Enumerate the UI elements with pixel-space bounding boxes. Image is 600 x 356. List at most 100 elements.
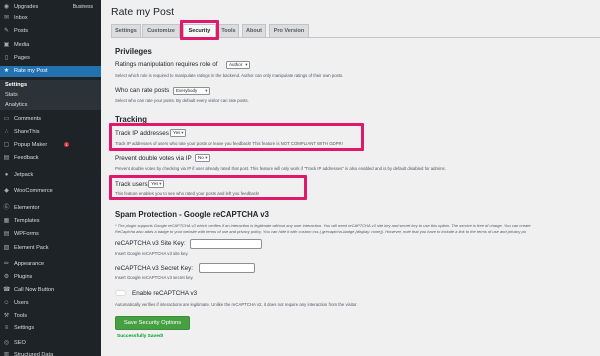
who-can-rate-label: Who can rate posts	[115, 87, 170, 94]
element-pack-icon: ▧	[3, 245, 10, 251]
sidebar-item-label: Plugins	[14, 274, 33, 280]
sidebar-item-label: Posts	[14, 28, 28, 34]
prevent-double-votes-select[interactable]: No	[195, 154, 210, 162]
site-key-input[interactable]	[190, 239, 262, 249]
media-icon: ▣	[3, 42, 10, 48]
prevent-double-votes-description: Prevent double votes by checking via IP …	[115, 166, 446, 171]
sidebar-item-feedback[interactable]: ▤ Feedback	[0, 153, 101, 164]
who-can-rate-description: Select who can rate your posts. By defau…	[115, 98, 249, 103]
page-title: Rate my Post	[111, 6, 175, 18]
sidebar-item-label: WooCommerce	[14, 188, 53, 194]
sidebar-item-wpforms[interactable]: ▤ WPForms	[0, 229, 101, 240]
tab-customize[interactable]: Customize	[142, 24, 180, 37]
seo-icon: ◎	[3, 340, 10, 346]
recaptcha-note-1: * The plugin supports Google reCAPTCHA v…	[115, 223, 531, 228]
sidebar-item-seo[interactable]: ◎ SEO	[0, 338, 101, 349]
spam-protection-heading: Spam Protection - Google reCAPTCHA v3	[115, 210, 269, 219]
tab-pro-version[interactable]: Pro Version	[269, 24, 309, 37]
privileges-heading: Privileges	[115, 47, 152, 56]
submenu-item-stats[interactable]: Stats	[0, 90, 101, 100]
phone-icon: ☎	[3, 287, 11, 293]
submenu-item-settings[interactable]: Settings	[0, 80, 101, 90]
woocommerce-icon: ◆	[4, 188, 9, 194]
sidebar-item-upgrades[interactable]: ◉ Upgrades Business	[0, 2, 101, 13]
sidebar-item-label: Call Now Button	[14, 287, 55, 293]
sidebar-item-label: Jetpack	[14, 172, 34, 178]
plan-label: Business	[72, 4, 93, 10]
sidebar-item-label: Settings	[5, 82, 28, 88]
enable-recaptcha-label: Enable reCAPTCHA v3	[132, 290, 198, 297]
users-icon: ☺	[3, 300, 10, 306]
pages-icon: ▯	[4, 55, 9, 61]
sidebar-item-label: Structured Data	[14, 352, 54, 356]
sidebar-item-label: SEO	[14, 340, 26, 346]
sidebar-item-woocommerce[interactable]: ◆ WooCommerce	[0, 186, 101, 197]
sidebar-item-settings[interactable]: ≡ Settings	[0, 323, 101, 334]
feedback-icon: ▤	[3, 155, 10, 161]
sidebar-item-inbox[interactable]: ✉ Inbox	[0, 13, 101, 24]
submenu-item-analytics[interactable]: Analytics	[0, 100, 101, 110]
sidebar-item-plugins[interactable]: ⚙ Plugins	[0, 272, 101, 283]
manipulate-role-select[interactable]: Author	[226, 61, 250, 69]
sidebar-item-comments[interactable]: ▭ Comments	[0, 114, 101, 125]
appearance-icon: ✏	[3, 261, 10, 267]
sidebar-item-pages[interactable]: ▯ Pages	[0, 53, 101, 64]
jetpack-icon: ●	[4, 172, 9, 178]
sidebar-item-rate-my-post[interactable]: ★ Rate my Post	[0, 66, 101, 77]
elementor-icon: Ⓔ	[3, 205, 10, 211]
sidebar-item-users[interactable]: ☺ Users	[0, 298, 101, 309]
tab-tools[interactable]: Tools	[218, 24, 239, 37]
sidebar-item-sharethis[interactable]: ∴ ShareThis	[0, 127, 101, 138]
highlight-track-ip	[109, 123, 364, 151]
manipulate-role-description: Select which role is required to manipul…	[115, 73, 344, 78]
sidebar-item-popup-maker[interactable]: ▢ Popup Maker 1	[0, 140, 101, 151]
tools-icon: ⚒	[3, 313, 10, 319]
sidebar-item-element-pack[interactable]: ▧ Element Pack	[0, 243, 101, 254]
save-security-options-button[interactable]: Save Security Options	[115, 316, 190, 330]
upgrades-icon: ◉	[3, 4, 10, 10]
sidebar-item-label: Comments	[14, 116, 42, 122]
notification-badge: 1	[64, 142, 70, 147]
who-can-rate-select[interactable]: Everybody	[173, 87, 210, 95]
sidebar-item-label: Analytics	[5, 102, 28, 108]
sidebar-item-label: Stats	[5, 92, 18, 98]
sidebar-item-posts[interactable]: ✎ Posts	[0, 26, 101, 37]
sidebar-item-label: Elementor	[14, 205, 40, 211]
sidebar-item-elementor[interactable]: Ⓔ Elementor	[0, 203, 101, 214]
main-content: Rate my Post Settings Customize Security…	[101, 0, 600, 356]
sidebar-item-appearance[interactable]: ✏ Appearance	[0, 259, 101, 270]
sidebar-item-jetpack[interactable]: ● Jetpack	[0, 170, 101, 181]
tab-about[interactable]: About	[242, 24, 266, 37]
settings-icon: ≡	[4, 325, 9, 331]
tab-settings[interactable]: Settings	[111, 24, 141, 37]
sidebar-item-label: Element Pack	[14, 245, 49, 251]
sidebar-item-label: Pages	[14, 55, 30, 61]
inbox-icon: ✉	[3, 15, 10, 21]
popup-icon: ▢	[3, 142, 10, 148]
enable-recaptcha-toggle[interactable]	[115, 290, 126, 296]
comments-icon: ▭	[3, 116, 10, 122]
recaptcha-note-2: ReCaptcha also adds a badge to your webs…	[115, 229, 526, 234]
sidebar-item-call-now-button[interactable]: ☎ Call Now Button	[0, 285, 101, 296]
saved-status: Successfully Saved!	[117, 334, 164, 339]
sidebar-item-label: Rate my Post	[14, 68, 48, 74]
highlight-security-tab	[180, 20, 219, 40]
sidebar-item-tools[interactable]: ⚒ Tools	[0, 311, 101, 322]
sidebar-item-label: Popup Maker	[14, 142, 48, 148]
sidebar-item-templates[interactable]: ▦ Templates	[0, 216, 101, 227]
wpforms-icon: ▤	[3, 231, 10, 237]
prevent-double-votes-label: Prevent double votes via IP	[115, 155, 192, 162]
star-icon: ★	[3, 68, 10, 74]
enable-recaptcha-description: Automatically verifies if interactions a…	[115, 302, 358, 307]
posts-icon: ✎	[3, 28, 10, 34]
sidebar-item-structured-data[interactable]: ▥ Structured Data	[0, 350, 101, 356]
sidebar-item-label: ShareThis	[14, 129, 40, 135]
sidebar-item-label: Settings	[14, 325, 35, 331]
sidebar-item-label: Templates	[14, 218, 40, 224]
sidebar-item-label: Feedback	[14, 155, 39, 161]
share-icon: ∴	[4, 129, 9, 135]
sidebar-item-label: Media	[14, 42, 30, 48]
sidebar-item-media[interactable]: ▣ Media	[0, 40, 101, 51]
secret-key-input[interactable]	[199, 263, 255, 273]
manipulate-role-label: Ratings manipulation requires role of	[115, 61, 218, 68]
